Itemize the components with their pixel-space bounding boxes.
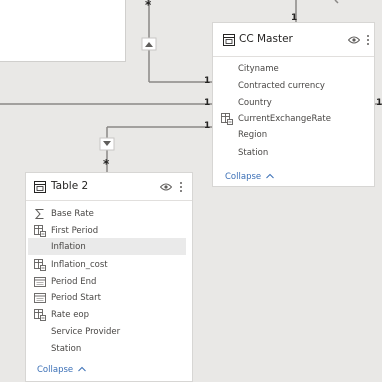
field-row-period-end[interactable]: Period End (34, 273, 186, 290)
cardinality-one: 1 (204, 76, 211, 86)
field-label: Inflation_cost (51, 259, 108, 270)
field-label: Period End (51, 276, 97, 287)
cardinality-one: 1 (376, 98, 382, 108)
chevron-up-icon (77, 366, 86, 372)
table-icon (34, 181, 46, 193)
field-label: Base Rate (51, 208, 94, 219)
table-card-table-2[interactable]: Table 2 Base Rate First Period Inflation… (25, 172, 193, 382)
table-title: Table 2 (51, 180, 89, 192)
field-row-contracted-currency[interactable]: Contracted currency (221, 77, 371, 94)
cardinality-one: 1 (204, 98, 211, 108)
field-label: CurrentExchangeRate (238, 113, 331, 124)
field-label: Period Start (51, 292, 101, 303)
field-label: Region (238, 129, 268, 140)
field-row-inflation[interactable]: Inflation (28, 238, 186, 255)
table-card-header[interactable]: Table 2 (26, 173, 192, 201)
field-row-cityname[interactable]: Cityname (221, 60, 371, 77)
field-row-country[interactable]: Country (221, 94, 371, 111)
more-options-icon[interactable] (361, 33, 375, 47)
calculated-column-icon (34, 308, 46, 321)
collapse-label: Collapse (225, 172, 262, 182)
field-label: Inflation (51, 241, 86, 252)
collapse-link[interactable]: Collapse (225, 172, 274, 182)
calendar-icon (34, 276, 46, 287)
field-label: Rate eop (51, 309, 90, 320)
field-row-currentexchangerate[interactable]: CurrentExchangeRate (221, 110, 371, 127)
calculated-column-icon (221, 112, 233, 125)
sigma-icon (34, 208, 44, 219)
field-label: Service Provider (51, 326, 121, 337)
field-label: First Period (51, 225, 99, 236)
table-card-header[interactable]: CC Master (213, 23, 374, 57)
model-canvas[interactable]: * 1 1 1 1 1 * CC Master Cityname Contrac… (0, 0, 382, 382)
field-row-station[interactable]: Station (221, 144, 371, 161)
field-row-period-start[interactable]: Period Start (34, 289, 186, 306)
more-options-icon[interactable] (174, 180, 188, 194)
collapse-link[interactable]: Collapse (37, 365, 86, 375)
field-row-station[interactable]: Station (34, 340, 186, 357)
collapse-label: Collapse (37, 365, 74, 375)
field-row-service-provider[interactable]: Service Provider (34, 323, 186, 340)
visibility-eye-icon[interactable] (159, 180, 173, 194)
field-label: Country (238, 97, 272, 108)
chevron-up-icon (265, 173, 274, 179)
cardinality-many: * (145, 0, 152, 12)
cardinality-one: 1 (204, 121, 211, 131)
field-row-region[interactable]: Region (221, 126, 371, 143)
visibility-eye-icon[interactable] (347, 33, 361, 47)
relationship-line[interactable] (334, 0, 339, 4)
field-row-inflation-cost[interactable]: Inflation_cost (34, 256, 186, 273)
field-row-first-period[interactable]: First Period (34, 222, 186, 239)
cardinality-many: * (103, 157, 110, 171)
table-title: CC Master (239, 33, 293, 45)
field-row-rate-eop[interactable]: Rate eop (34, 306, 186, 323)
calculated-column-icon (34, 258, 46, 271)
table-card-cc-master[interactable]: CC Master Cityname Contracted currency C… (212, 22, 375, 187)
calendar-icon (34, 292, 46, 303)
calculated-column-icon (34, 224, 46, 237)
field-row-base-rate[interactable]: Base Rate (34, 205, 186, 222)
field-label: Station (238, 147, 269, 158)
field-label: Cityname (238, 63, 279, 74)
field-label: Contracted currency (238, 80, 325, 91)
table-icon (223, 34, 235, 46)
field-label: Station (51, 343, 82, 354)
